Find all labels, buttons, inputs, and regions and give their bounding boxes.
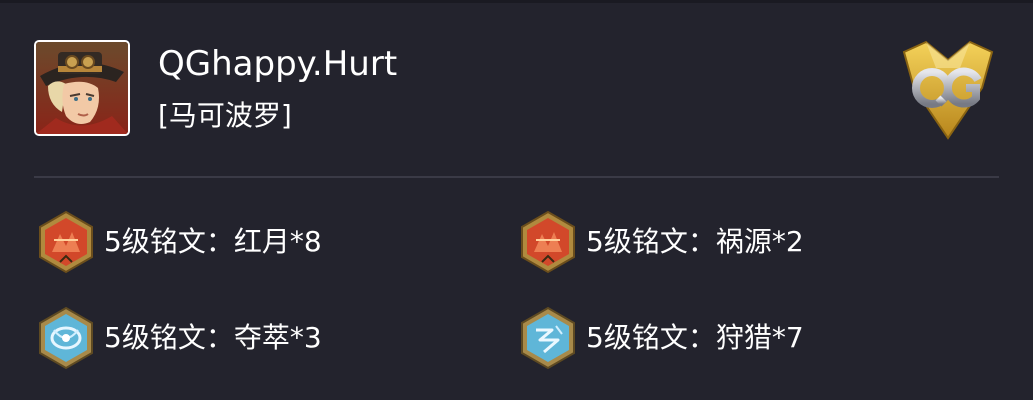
hero-name: [马可波罗]: [158, 99, 292, 132]
rune-item: 5级铭文：狩猎*7: [516, 306, 804, 370]
rune-label: 5级铭文：夺萃*3: [104, 321, 322, 354]
team-logo-icon: [896, 38, 1000, 142]
red-rune-icon: [39, 210, 93, 274]
rune-item: 5级铭文：夺萃*3: [34, 306, 322, 370]
player-rune-card: QGhappy.Hurt [马可波罗] 5级铭文：红月*8 5级铭文：祸源*2 …: [0, 0, 1033, 400]
rune-item: 5级铭文：红月*8: [34, 210, 322, 274]
rune-label: 5级铭文：祸源*2: [586, 225, 804, 258]
blue-rune-icon: [521, 306, 575, 370]
rune-item: 5级铭文：祸源*2: [516, 210, 804, 274]
hero-portrait-icon: [36, 42, 128, 134]
section-divider: [34, 176, 999, 178]
blue-rune-icon: [39, 306, 93, 370]
hero-avatar[interactable]: [34, 40, 130, 136]
player-name: QGhappy.Hurt: [158, 44, 398, 84]
rune-label: 5级铭文：狩猎*7: [586, 321, 804, 354]
rune-label: 5级铭文：红月*8: [104, 225, 322, 258]
red-rune-icon: [521, 210, 575, 274]
